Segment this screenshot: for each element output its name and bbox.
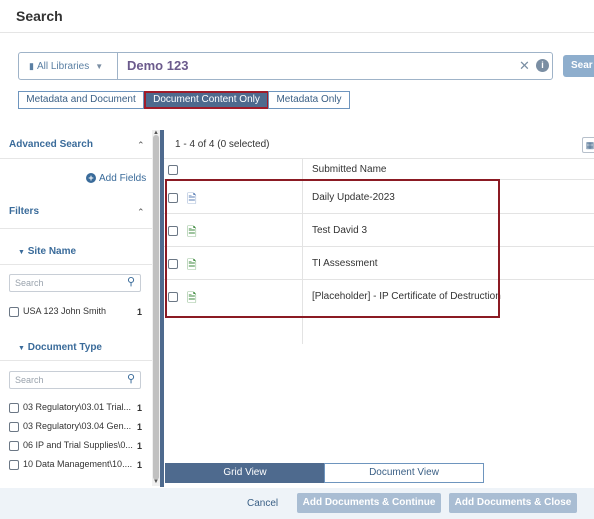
clear-icon[interactable]: ✕ xyxy=(519,58,530,74)
sidebar-scrollbar-thumb[interactable] xyxy=(153,135,159,480)
cancel-button[interactable]: Cancel xyxy=(247,498,278,509)
mode-metadata-and-document[interactable]: Metadata and Document xyxy=(18,91,144,109)
checkbox[interactable] xyxy=(9,403,19,413)
grid-toggle-icon[interactable]: ▦ xyxy=(582,137,594,153)
mode-metadata-only[interactable]: Metadata Only xyxy=(268,91,350,109)
facet-item-label: USA 123 John Smith xyxy=(23,306,107,316)
divider xyxy=(164,158,594,159)
select-all-checkbox[interactable] xyxy=(168,165,178,175)
divider xyxy=(0,360,152,361)
caret-down-icon: ▼ xyxy=(18,345,25,352)
divider xyxy=(0,158,152,159)
facet-item-label: 10 Data Management\10.... xyxy=(23,459,133,469)
search-icon[interactable]: ⚲ xyxy=(127,372,135,385)
highlight-box xyxy=(165,179,500,318)
divider xyxy=(0,264,152,265)
checkbox[interactable] xyxy=(9,422,19,432)
caret-down-icon: ▼ xyxy=(18,249,25,256)
chevron-up-icon[interactable]: ⌃ xyxy=(137,207,145,218)
facet-item-count: 1 xyxy=(137,460,143,470)
scroll-down-arrow-icon[interactable]: ▼ xyxy=(153,479,159,485)
facet-item-count: 1 xyxy=(137,441,143,451)
advanced-search-heading[interactable]: Advanced Search xyxy=(9,139,93,150)
page-title: Search xyxy=(16,8,63,24)
header-divider xyxy=(0,32,594,33)
filter-sidebar: Advanced Search ⌃ + Add Fields Filters ⌃ … xyxy=(0,130,152,486)
divider xyxy=(0,228,152,229)
results-count: 1 - 4 of 4 (0 selected) xyxy=(175,139,270,150)
search-input[interactable]: Demo 123 xyxy=(127,53,188,79)
grid-view-button[interactable]: Grid View xyxy=(165,463,325,483)
mode-document-content-only[interactable]: Document Content Only xyxy=(144,91,269,109)
add-documents-close-button[interactable]: Add Documents & Close xyxy=(449,493,577,513)
facet-item-count: 1 xyxy=(137,403,143,413)
checkbox[interactable] xyxy=(9,307,19,317)
scroll-up-arrow-icon[interactable]: ▲ xyxy=(153,130,159,136)
facet-item-count: 1 xyxy=(137,422,143,432)
search-button[interactable]: Sear xyxy=(563,55,594,77)
site-name-label: Site Name xyxy=(27,246,77,257)
document-type-label: Document Type xyxy=(27,342,102,353)
plus-circle-icon: + xyxy=(86,173,96,183)
site-name-facet-title[interactable]: ▼ Site Name xyxy=(18,246,76,257)
filters-heading: Filters xyxy=(9,206,40,217)
facet-item-label: 03 Regulatory\03.04 Gen... xyxy=(23,421,132,431)
library-select[interactable]: ▮ All Libraries ▼ xyxy=(19,53,118,79)
book-icon: ▮ xyxy=(29,60,34,71)
document-type-facet-title[interactable]: ▼ Document Type xyxy=(18,342,102,353)
search-bar: ▮ All Libraries ▼ Demo 123 ✕ i xyxy=(18,52,553,80)
info-icon[interactable]: i xyxy=(536,59,549,72)
checkbox[interactable] xyxy=(9,441,19,451)
chevron-up-icon[interactable]: ⌃ xyxy=(137,140,145,151)
add-fields-link[interactable]: + Add Fields xyxy=(86,173,146,184)
facet-item-count: 1 xyxy=(137,307,143,317)
facet-item-label: 03 Regulatory\03.01 Trial... xyxy=(23,402,132,412)
facet-item-label: 06 IP and Trial Supplies\0... xyxy=(23,440,133,450)
results-panel-edge xyxy=(160,130,164,487)
site-name-search-input[interactable]: Search xyxy=(9,274,141,292)
library-select-label: All Libraries xyxy=(36,60,90,72)
search-icon[interactable]: ⚲ xyxy=(127,275,135,288)
checkbox[interactable] xyxy=(9,460,19,470)
document-type-search-input[interactable]: Search xyxy=(9,371,141,389)
add-fields-label: Add Fields xyxy=(99,173,147,184)
chevron-down-icon: ▼ xyxy=(95,61,104,71)
add-documents-continue-button[interactable]: Add Documents & Continue xyxy=(297,493,441,513)
column-header-submitted-name[interactable]: Submitted Name xyxy=(312,164,386,175)
document-view-button[interactable]: Document View xyxy=(324,463,484,483)
